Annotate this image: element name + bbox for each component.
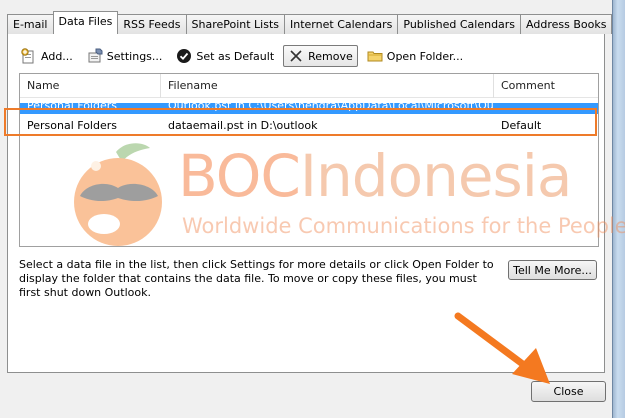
tab-sharepoint-lists[interactable]: SharePoint Lists xyxy=(185,14,286,34)
list-header: Name Filename Comment xyxy=(20,74,598,98)
tab-rss-feeds[interactable]: RSS Feeds xyxy=(117,14,187,34)
window-top-edge xyxy=(0,0,612,6)
set-as-default-label: Set as Default xyxy=(196,49,275,63)
list-row-dataemail-pst[interactable]: Personal Folders dataemail.pst in D:\out… xyxy=(20,117,598,134)
remove-x-icon xyxy=(288,48,304,64)
add-label: Add... xyxy=(41,49,73,63)
tab-email[interactable]: E-mail xyxy=(7,14,54,34)
list-row-outlook-pst[interactable]: Personal Folders Outlook.pst in C:\Users… xyxy=(20,99,598,114)
settings-label: Settings... xyxy=(106,49,163,63)
set-as-default-button[interactable]: Set as Default xyxy=(171,45,279,67)
checkmark-circle-icon xyxy=(176,48,192,64)
settings-icon xyxy=(87,48,103,64)
remove-label: Remove xyxy=(308,49,353,63)
description-text: Select a data file in the list, then cli… xyxy=(19,258,494,299)
row-filename: Outlook.pst in C:\Users\hendra\AppData\L… xyxy=(168,99,494,112)
add-file-icon xyxy=(21,48,37,64)
remove-button[interactable]: Remove xyxy=(283,45,358,67)
row-name: Personal Folders xyxy=(27,99,117,112)
tab-published-calendars[interactable]: Published Calendars xyxy=(397,14,522,34)
tab-address-books[interactable]: Address Books xyxy=(520,14,613,34)
add-button[interactable]: Add... xyxy=(16,45,78,67)
column-header-name[interactable]: Name xyxy=(20,74,161,98)
toolbar: Add... Settings... Set as Default Remove… xyxy=(16,44,472,68)
column-header-filename[interactable]: Filename xyxy=(161,74,494,98)
open-folder-label: Open Folder... xyxy=(386,49,464,63)
column-header-comment[interactable]: Comment xyxy=(494,74,598,98)
tab-strip: E-mail Data Files RSS Feeds SharePoint L… xyxy=(7,11,613,34)
row-filename: dataemail.pst in D:\outlook xyxy=(168,119,318,132)
tell-me-more-button[interactable]: Tell Me More... xyxy=(508,260,597,280)
window-right-edge xyxy=(612,0,625,418)
row-comment: Default xyxy=(501,119,542,132)
row-name: Personal Folders xyxy=(27,119,117,132)
settings-button[interactable]: Settings... xyxy=(82,45,168,67)
open-folder-button[interactable]: Open Folder... xyxy=(362,45,468,67)
folder-icon xyxy=(367,48,383,64)
tab-internet-calendars[interactable]: Internet Calendars xyxy=(284,14,399,34)
tab-data-files[interactable]: Data Files xyxy=(52,11,119,34)
data-file-list[interactable]: Name Filename Comment Personal Folders O… xyxy=(19,73,599,247)
close-button[interactable]: Close xyxy=(531,381,606,402)
